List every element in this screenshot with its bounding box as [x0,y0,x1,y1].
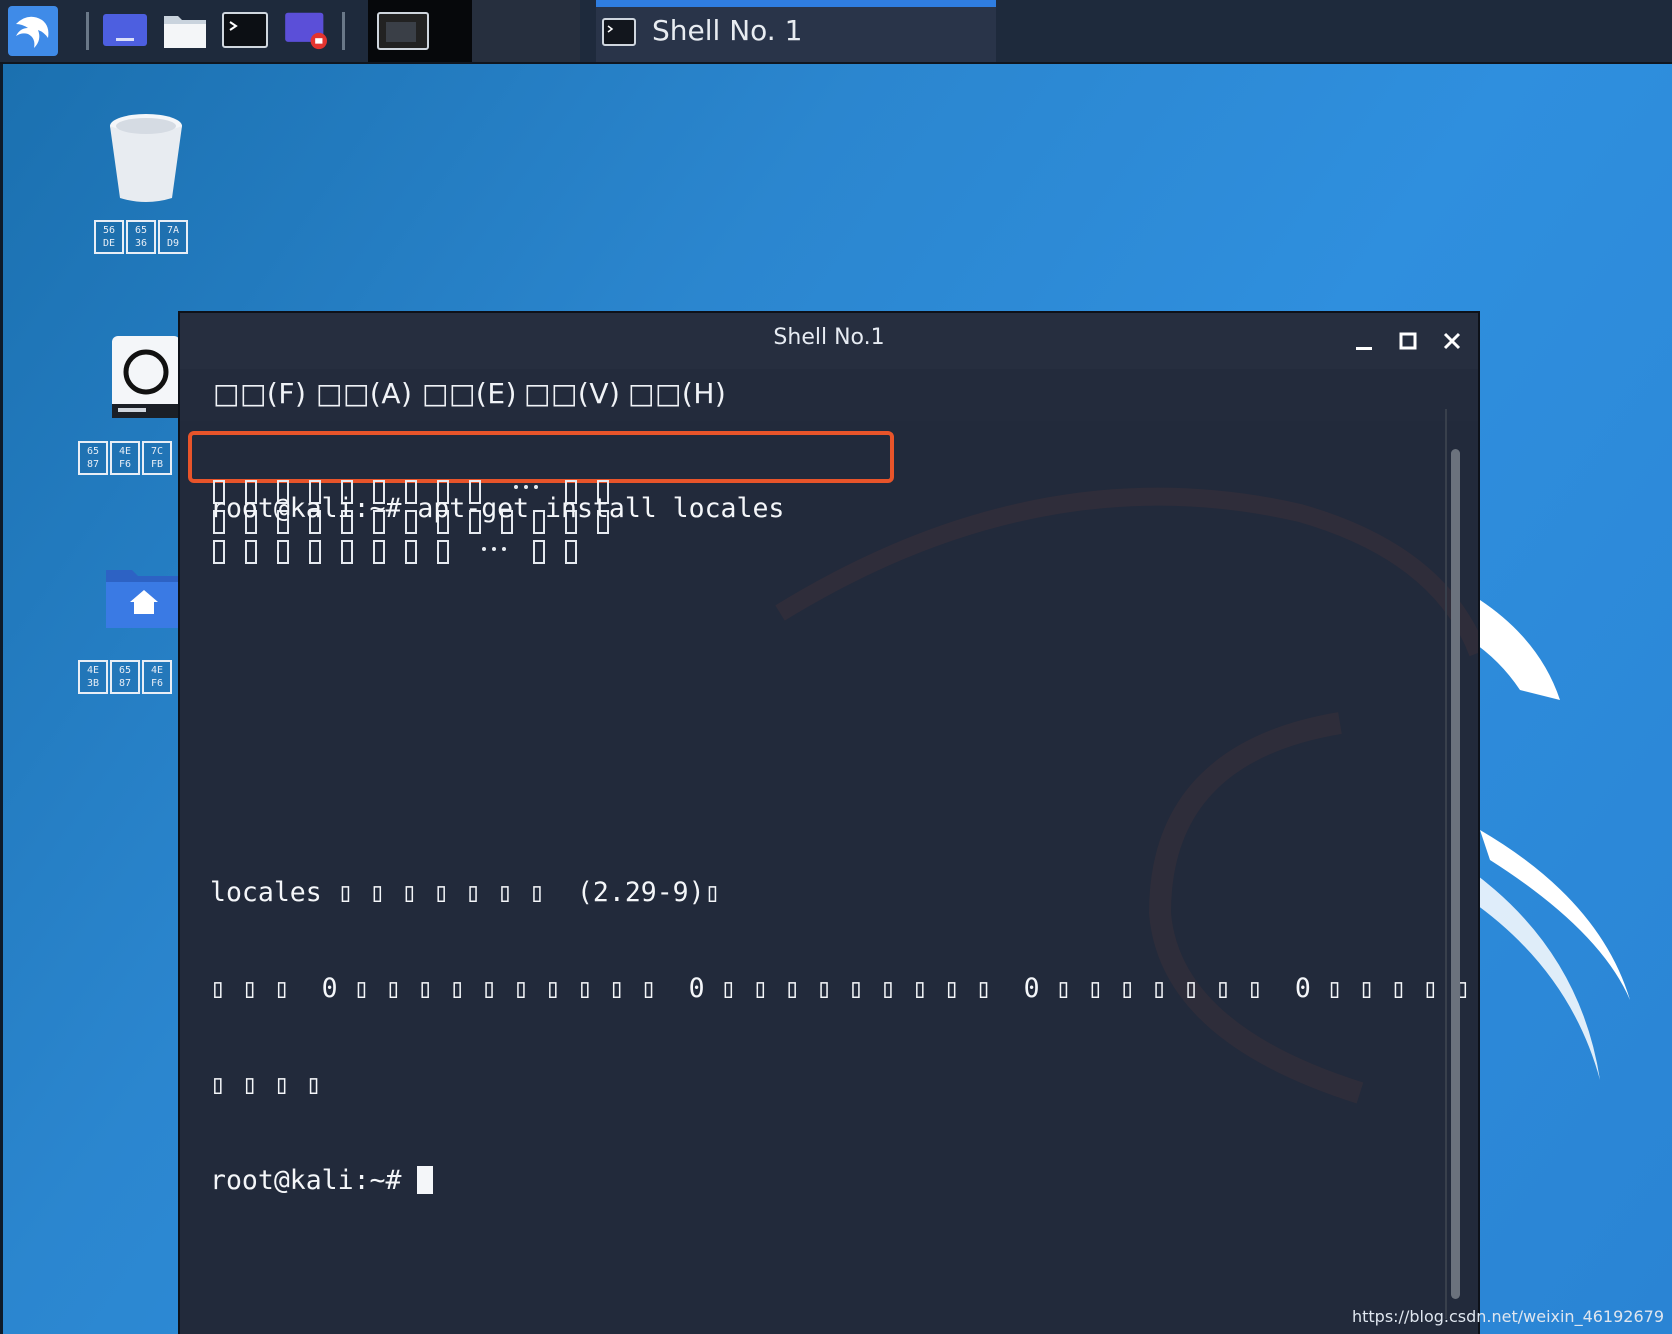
minimize-icon[interactable] [1350,327,1378,355]
screen-recorder-icon[interactable] [282,10,332,50]
home-label-glyph-1: 4E 3B [78,660,108,694]
shell-title: Shell No.1 [773,325,885,350]
left-edge [0,0,3,1334]
watermark-text: https://blog.csdn.net/weixin_46192679 [1351,1307,1664,1326]
filesystem-icon[interactable] [110,334,182,420]
taskbar-task-shell[interactable]: Shell No. 1 [596,0,996,62]
home-folder-label[interactable]: 4E 3B 65 87 4E F6 [78,660,172,694]
terminal-line-command: root@kali:~# apt-get install locales [210,493,785,524]
trash-label-glyph-2: 65 36 [126,220,156,254]
terminal-output[interactable]: root@kali:~# apt-get install locales loc… [210,429,1471,1261]
terminal-icon[interactable] [222,10,268,50]
terminal-line-locales: locales ▯ ▯ ▯ ▯ ▯ ▯ ▯ (2.29-9)▯ [210,877,721,908]
shell-window: Shell No.1 □□(F) □□(A) □□(E) □□(V) □□(H) [180,313,1478,1334]
trash-label-glyph-3: 7A D9 [158,220,188,254]
show-desktop-icon[interactable] [102,10,148,50]
trash-label-glyph-1: 56 DE [94,220,124,254]
trash-label[interactable]: 56 DE 65 36 7A D9 [94,220,188,254]
terminal-line-prompt: root@kali:~# [210,1165,1430,1197]
menu-edit[interactable]: □□(E) [422,377,517,410]
menu-view[interactable]: □□(V) [524,377,620,410]
filesystem-label-glyph-3: 7C FB [142,441,172,475]
taskbar-separator [342,12,345,50]
menu-actions[interactable]: □□(A) [316,377,412,410]
scrollbar-track[interactable] [1445,409,1447,1319]
trash-icon[interactable] [106,112,186,204]
workspace-2[interactable] [472,0,580,62]
active-task-indicator [596,0,996,7]
terminal-line-blank-1 [210,589,1430,621]
home-label-glyph-2: 65 87 [110,660,140,694]
workspace-1[interactable] [368,0,472,62]
home-folder-icon[interactable] [104,564,184,630]
terminal-line-summary-2: ▯ ▯ ▯ ▯ [210,1069,322,1100]
task-terminal-icon [602,18,636,46]
kali-menu-icon[interactable] [8,6,58,56]
menu-help[interactable]: □□(H) [628,377,726,410]
filesystem-label-glyph-1: 65 87 [78,441,108,475]
maximize-icon[interactable] [1394,327,1422,355]
terminal-line-blank-3 [210,781,1430,813]
workspace-terminal-icon [377,12,429,50]
scrollbar-thumb[interactable] [1451,449,1460,1299]
terminal-line-blank-2 [210,685,1430,717]
filesystem-label[interactable]: 65 87 4E F6 7C FB [78,441,172,475]
taskbar-separator [86,12,89,50]
file-manager-icon[interactable] [162,10,208,50]
terminal-line-summary: ▯ ▯ ▯ 0 ▯ ▯ ▯ ▯ ▯ ▯ ▯ ▯ ▯ ▯ 0 ▯ ▯ ▯ ▯ ▯ … [210,973,1471,1004]
terminal-prompt: root@kali:~# [210,1165,418,1196]
filesystem-label-glyph-2: 4E F6 [110,441,140,475]
terminal-cursor [417,1166,434,1194]
close-icon[interactable] [1438,327,1466,355]
shell-titlebar[interactable]: Shell No.1 [180,313,1478,369]
shell-menubar: □□(F) □□(A) □□(E) □□(V) □□(H) [180,369,1478,421]
menu-file[interactable]: □□(F) [213,377,306,410]
home-label-glyph-3: 4E F6 [142,660,172,694]
desktop: Shell No. 1 56 DE 65 36 7A D9 65 87 4E F6 7C F… [0,0,1672,1334]
task-label: Shell No. 1 [652,14,803,47]
taskbar: Shell No. 1 [0,0,1672,64]
